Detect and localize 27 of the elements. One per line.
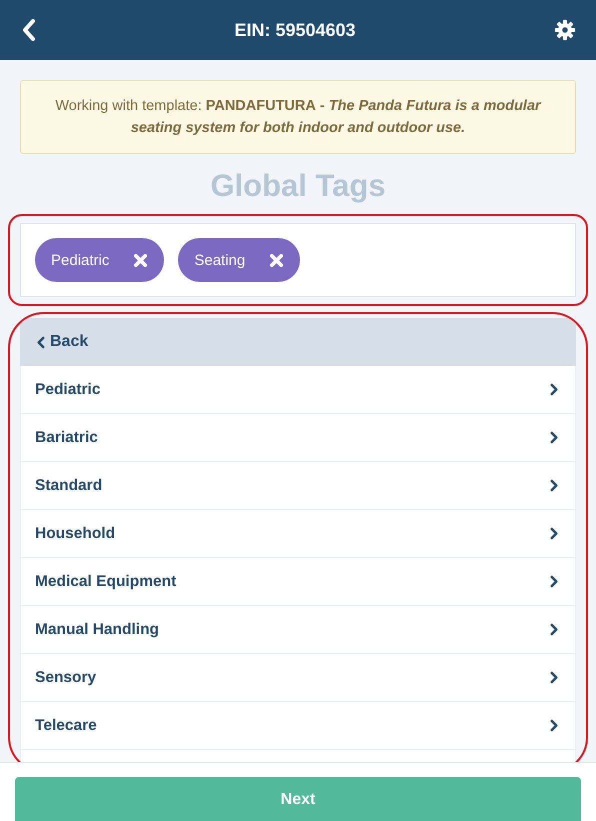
back-link[interactable]: Back: [20, 318, 576, 366]
category-item[interactable]: Bariatric: [21, 414, 575, 461]
chevron-right-icon: [550, 431, 559, 444]
tag-label: Seating: [194, 252, 246, 268]
chevron-right-icon: [550, 575, 559, 588]
category-item[interactable]: Sensory: [21, 654, 575, 701]
category-item[interactable]: Pediatric: [21, 366, 575, 413]
chevron-right-icon: [550, 383, 559, 396]
category-item[interactable]: Medical Equipment: [21, 558, 575, 605]
remove-icon[interactable]: [269, 252, 284, 268]
settings-icon[interactable]: [554, 19, 576, 41]
chevron-left-icon: [36, 336, 45, 348]
chevron-right-icon: [550, 527, 559, 540]
category-item[interactable]: Household: [21, 510, 575, 557]
page-title: EIN: 59504603: [234, 20, 356, 40]
chevron-right-icon: [550, 719, 559, 732]
chevron-right-icon: [550, 671, 559, 684]
category-item[interactable]: Manual Handling: [21, 606, 575, 653]
category-item[interactable]: Standard: [21, 462, 575, 509]
category-item[interactable]: Telecare: [21, 702, 575, 749]
tag-label: Pediatric: [51, 252, 110, 268]
remove-icon[interactable]: [133, 252, 148, 268]
section-title: Global Tags: [209, 168, 387, 204]
chevron-right-icon: [550, 623, 559, 636]
template-notice: Working with template: PANDAFUTURA - The Panda Futura is a modular seating system for both indoor and outdoor use.: [20, 80, 576, 154]
back-icon[interactable]: [22, 19, 36, 41]
chevron-right-icon: [550, 479, 559, 492]
